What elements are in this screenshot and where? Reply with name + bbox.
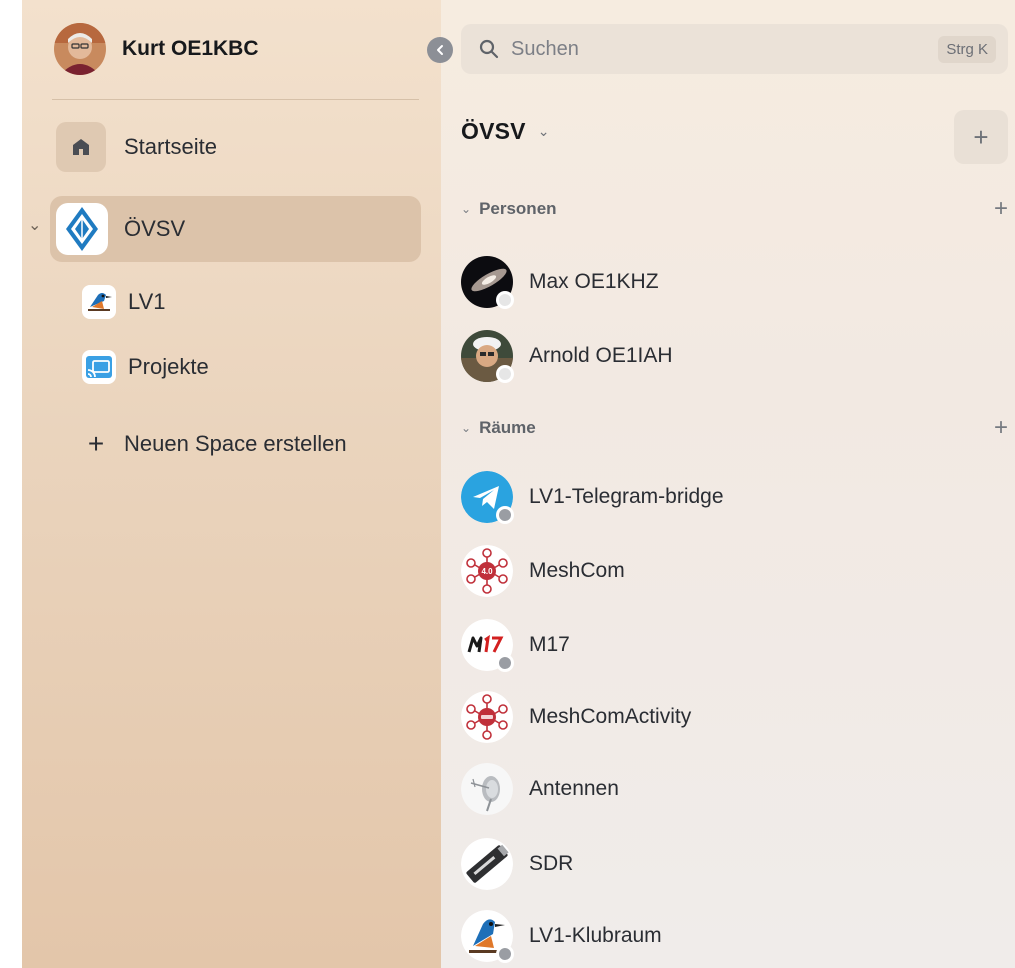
list-item[interactable]: LV1-Klubraum [461,908,662,964]
galaxy-avatar-icon [461,256,514,309]
ovsv-diamond-logo-icon [56,203,108,255]
room-list-panel: Suchen Strg K ÖVSV ⌄ + ⌄ Personen + Max … [441,0,1015,968]
search-icon [479,39,499,59]
create-space-button[interactable]: + Neuen Space erstellen [80,428,347,460]
list-item[interactable]: LV1-Telegram-bridge [461,469,724,525]
meshcom-activity-icon [461,691,513,743]
chevron-down-icon[interactable]: ⌄ [28,215,41,235]
home-icon [56,122,106,172]
antenna-icon [461,763,513,815]
list-item-label: LV1-Telegram-bridge [529,485,724,508]
add-person-button[interactable]: + [994,195,1008,223]
m17-logo-icon [461,619,514,672]
search-placeholder: Suchen [511,37,579,60]
user-menu[interactable]: Kurt OE1KBC [54,21,259,77]
plus-icon: + [973,121,989,152]
user-avatar-icon[interactable] [54,23,106,75]
list-item[interactable]: 4.0 MeshCom [461,543,625,599]
sidebar: Kurt OE1KBC Startseite ⌄ ÖVSV LV1 Projek… [22,0,441,968]
user-photo-avatar-icon [461,330,514,383]
sidebar-item-home[interactable]: Startseite [56,122,217,172]
sidebar-item-projekte[interactable]: Projekte [82,350,209,384]
chevron-left-icon [437,45,443,55]
section-header-rooms[interactable]: ⌄ Räume + [461,414,1008,442]
sidebar-item-label: Startseite [124,134,217,159]
search-input[interactable]: Suchen Strg K [461,24,1008,74]
list-item[interactable]: Antennen [461,761,619,817]
kingfisher-icon [461,910,514,963]
sidebar-item-label: ÖVSV [124,216,186,241]
sidebar-item-label: Projekte [128,354,209,379]
plus-icon: + [87,428,105,459]
list-item-label: Max OE1KHZ [529,270,659,293]
presence-icon [496,291,514,309]
divider [52,99,419,100]
list-item-label: MeshCom [529,559,625,582]
list-item-label: LV1-Klubraum [529,924,662,947]
telegram-icon [461,471,514,524]
presence-icon [496,365,514,383]
sidebar-item-lv1[interactable]: LV1 [82,285,166,319]
list-item-label: SDR [529,852,574,875]
kingfisher-icon [82,285,116,319]
list-item[interactable]: MeshComActivity [461,689,691,745]
cast-icon [82,350,116,384]
add-room-button[interactable]: + [994,414,1008,442]
list-item-label: M17 [529,633,570,656]
meshcom-icon: 4.0 [461,545,513,597]
list-item-label: Antennen [529,777,619,800]
space-menu-button[interactable]: ÖVSV ⌄ [461,118,549,145]
chevron-down-icon: ⌄ [537,123,550,139]
keyboard-shortcut-badge: Strg K [938,35,996,63]
public-room-icon [496,654,514,672]
collapse-sidebar-button[interactable] [427,37,453,63]
list-item-label: MeshComActivity [529,705,692,728]
page-title: ÖVSV [461,118,526,144]
list-item[interactable]: Arnold OE1IAH [461,328,673,384]
chevron-down-icon: ⌄ [461,202,472,216]
add-button[interactable]: + [954,110,1008,164]
sdr-stick-icon [461,838,513,890]
section-label: Räume [479,418,536,437]
list-item[interactable]: M17 [461,617,570,673]
list-item[interactable]: Max OE1KHZ [461,254,659,310]
list-item-label: Arnold OE1IAH [529,344,673,367]
section-header-people[interactable]: ⌄ Personen + [461,195,1008,223]
svg-text:4.0: 4.0 [481,567,493,576]
sidebar-item-label: LV1 [128,289,166,314]
public-room-icon [496,945,514,963]
sidebar-item-ovsv[interactable]: ÖVSV [56,203,185,255]
chevron-down-icon: ⌄ [461,421,472,435]
public-room-icon [496,506,514,524]
create-space-label: Neuen Space erstellen [124,431,347,456]
user-name: Kurt OE1KBC [122,37,259,60]
list-item[interactable]: SDR [461,836,573,892]
section-label: Personen [479,199,557,218]
